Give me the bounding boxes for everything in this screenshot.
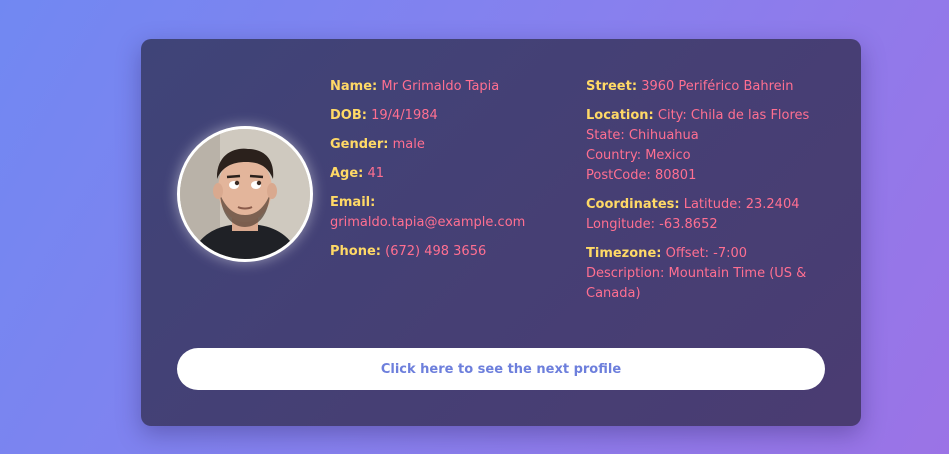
coordinates-label: Coordinates:: [586, 197, 680, 212]
longitude-value: Longitude: -63.8652: [586, 217, 718, 232]
next-profile-button[interactable]: Click here to see the next profile: [177, 348, 825, 390]
phone-value: (672) 498 3656: [385, 244, 487, 259]
email-field: Email: grimaldo.tapia@example.com: [330, 193, 560, 233]
timezone-field: Timezone: Offset: -7:00 Description: Mou…: [586, 244, 826, 304]
avatar: [177, 126, 313, 262]
dob-label: DOB:: [330, 108, 367, 123]
profile-photo: [180, 129, 310, 259]
postcode-value: PostCode: 80801: [586, 168, 697, 183]
location-field: Location: City: Chila de las Flores Stat…: [586, 106, 826, 186]
email-label: Email:: [330, 195, 376, 210]
location-label: Location:: [586, 108, 654, 123]
age-label: Age:: [330, 166, 364, 181]
street-field: Street: 3960 Periférico Bahrein: [586, 77, 826, 97]
city-value: City: Chila de las Flores: [657, 108, 810, 123]
personal-info-column: Name: Mr Grimaldo Tapia DOB: 19/4/1984 G…: [330, 77, 560, 271]
gender-label: Gender:: [330, 137, 389, 152]
dob-field: DOB: 19/4/1984: [330, 106, 560, 126]
timezone-description: Description: Mountain Time (US & Canada): [586, 266, 807, 301]
dob-value: 19/4/1984: [371, 108, 438, 123]
latitude-value: Latitude: 23.2404: [683, 197, 800, 212]
state-value: State: Chihuahua: [586, 128, 699, 143]
gender-field: Gender: male: [330, 135, 560, 155]
timezone-label: Timezone:: [586, 246, 662, 261]
name-label: Name:: [330, 79, 378, 94]
phone-label: Phone:: [330, 244, 381, 259]
phone-field: Phone: (672) 498 3656: [330, 242, 560, 262]
offset-value: Offset: -7:00: [665, 246, 748, 261]
gender-value: male: [392, 137, 425, 152]
street-label: Street:: [586, 79, 638, 94]
address-info-column: Street: 3960 Periférico Bahrein Location…: [586, 77, 826, 313]
name-value: Mr Grimaldo Tapia: [381, 79, 500, 94]
age-value: 41: [367, 166, 385, 181]
street-value: 3960 Periférico Bahrein: [641, 79, 794, 94]
coordinates-field: Coordinates: Latitude: 23.2404 Longitude…: [586, 195, 826, 235]
age-field: Age: 41: [330, 164, 560, 184]
profile-card: Name: Mr Grimaldo Tapia DOB: 19/4/1984 G…: [141, 39, 861, 426]
country-value: Country: Mexico: [586, 148, 691, 163]
email-value: grimaldo.tapia@example.com: [330, 215, 526, 230]
name-field: Name: Mr Grimaldo Tapia: [330, 77, 560, 97]
